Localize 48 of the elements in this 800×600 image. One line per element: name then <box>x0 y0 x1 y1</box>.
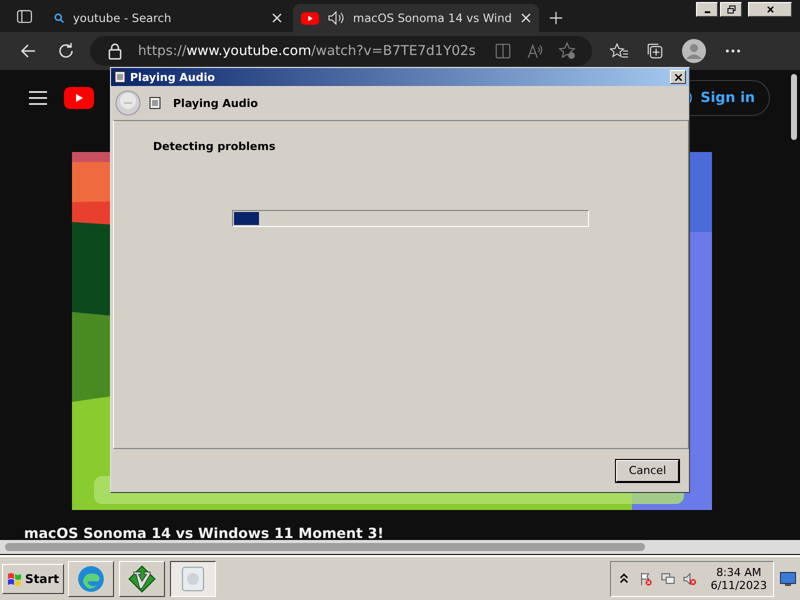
url-text: https://www.youtube.com/watch?v=B7TE7d1Y02s <box>138 43 477 59</box>
speaker-error-icon[interactable] <box>682 570 697 586</box>
start-button[interactable]: Start <box>2 564 64 594</box>
play-logo-icon <box>301 12 319 24</box>
new-tab-icon[interactable] <box>549 11 563 25</box>
favorites-icon[interactable] <box>610 42 628 60</box>
profile-avatar-icon[interactable] <box>682 39 706 63</box>
network-icon[interactable] <box>660 570 675 586</box>
close-icon[interactable] <box>271 12 283 24</box>
close-icon <box>766 5 774 14</box>
flag-error-icon[interactable] <box>638 570 653 586</box>
lock-icon <box>106 42 124 60</box>
swirl-logo-icon <box>77 564 106 592</box>
close-button[interactable] <box>670 70 686 84</box>
speaker-icon[interactable] <box>327 9 345 27</box>
clock-time[interactable]: 8:34 AM <box>716 566 762 578</box>
taskbar-button[interactable] <box>170 560 216 596</box>
search-icon <box>53 12 65 24</box>
dialog-heading: Playing Audio <box>173 96 258 110</box>
close-icon <box>674 72 682 82</box>
flag-logo-icon <box>7 570 23 586</box>
video-title[interactable]: macOS Sonoma 14 vs Windows 11 Moment 3! <box>24 526 800 542</box>
split-screen-icon[interactable] <box>494 42 512 60</box>
scrollbar-thumb[interactable] <box>791 74 797 140</box>
document-icon <box>114 71 126 83</box>
minimize-button[interactable] <box>696 2 718 17</box>
clock-date[interactable]: 6/11/2023 <box>710 578 767 592</box>
diamond-logo-icon <box>128 564 156 592</box>
status-text: Detecting problems <box>153 140 276 153</box>
show-desktop-icon[interactable] <box>780 572 796 586</box>
close-button[interactable] <box>748 2 792 17</box>
scrollbar-thumb[interactable] <box>5 543 645 551</box>
restore-button[interactable] <box>720 2 742 17</box>
tab-title: macOS Sonoma 14 vs Wind <box>353 11 512 25</box>
address-bar[interactable]: https://www.youtube.com/watch?v=B7TE7d1Y02s <box>90 36 592 66</box>
add-favorite-icon[interactable] <box>558 42 576 60</box>
document-icon <box>149 97 161 109</box>
read-aloud-icon[interactable] <box>526 42 544 60</box>
tab-title: youtube - Search <box>73 11 172 25</box>
collections-icon[interactable] <box>646 42 664 60</box>
close-icon[interactable] <box>520 12 532 24</box>
restore-icon <box>726 5 736 14</box>
cancel-button[interactable]: Cancel <box>616 460 679 482</box>
browser-tab[interactable]: macOS Sonoma 14 vs Wind <box>293 4 539 32</box>
play-logo-icon[interactable] <box>64 87 94 109</box>
browser-tab[interactable]: youtube - Search <box>45 4 291 32</box>
dialog-title: Playing Audio <box>130 70 216 84</box>
tab-actions-icon[interactable] <box>16 8 33 25</box>
